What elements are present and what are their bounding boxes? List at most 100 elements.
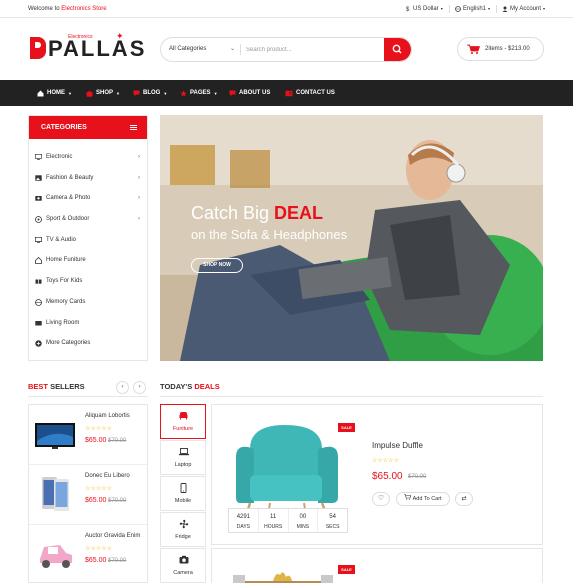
- chevron-right-icon: ›: [138, 216, 140, 223]
- next-arrow-button[interactable]: ›: [133, 381, 146, 394]
- chat-icon: [133, 90, 140, 96]
- welcome-text: Welcome to Electronics Store: [28, 6, 107, 12]
- tv-product-image: [35, 423, 75, 449]
- category-select[interactable]: All Categories: [169, 38, 206, 61]
- list-item[interactable]: Aliquam Lobortis ☆☆☆☆☆ $65.00 $70.00: [29, 405, 147, 465]
- deal-price: $65.00: [372, 471, 403, 482]
- sofa-icon: [35, 320, 42, 325]
- home-icon: [35, 257, 42, 265]
- tab-mobile[interactable]: Mobile: [160, 476, 206, 511]
- countdown-mins: 00 MINS: [289, 509, 319, 532]
- deal-product-card: SALE 4291 DAYS 11 HOURS 00 MINS 54 SECS Impu…: [211, 404, 543, 545]
- category-item-fashion[interactable]: Fashion & Beauty ›: [29, 168, 147, 189]
- ball-icon: [35, 216, 42, 223]
- account-menu[interactable]: My Account ▾: [502, 0, 545, 18]
- countdown-hours: 11 HOURS: [259, 509, 289, 532]
- chevron-right-icon: ›: [138, 195, 140, 202]
- deal-old-price: $70.00: [408, 474, 427, 480]
- chevron-down-icon: ⌄: [230, 46, 236, 52]
- list-item[interactable]: Donec Eu Libero ☆☆☆☆☆ $65.00 $70.00: [29, 465, 147, 525]
- deal-category-tabs: Funiture Laptop Mobile Fridge Camera: [160, 404, 206, 583]
- chevron-right-icon: ›: [138, 174, 140, 181]
- category-item-more[interactable]: More Categories: [29, 333, 147, 354]
- currency-selector[interactable]: $ US Dollar ▾: [406, 0, 443, 18]
- deal-rating: ☆☆☆☆☆: [372, 458, 399, 464]
- nav-about[interactable]: ABOUT US: [229, 80, 270, 106]
- best-sellers-title: BEST SELLERS: [28, 382, 85, 391]
- categories-header[interactable]: CATEGORIES: [29, 116, 147, 139]
- search-input[interactable]: [246, 41, 376, 58]
- hero-banner[interactable]: Catch Big DEAL on the Sofa & Headphones …: [160, 115, 543, 361]
- camera-icon: [35, 196, 42, 202]
- prev-arrow-button[interactable]: ‹: [116, 381, 129, 394]
- add-to-cart-button[interactable]: Add To Cart: [396, 492, 450, 506]
- star-icon: [180, 89, 187, 97]
- contact-card-icon: [285, 90, 293, 96]
- cart-icon: [404, 494, 412, 500]
- banner-subheadline: on the Sofa & Headphones: [191, 227, 348, 242]
- search-button[interactable]: [384, 38, 411, 61]
- speech-icon: [229, 90, 236, 96]
- dollar-icon: $: [406, 7, 410, 12]
- nav-pages[interactable]: PAGES ▼: [180, 80, 218, 106]
- category-item-toys[interactable]: Toys For Kids: [29, 271, 147, 292]
- best-sellers-list: Aliquam Lobortis ☆☆☆☆☆ $65.00 $70.00 Don…: [28, 404, 148, 583]
- mobile-icon: [180, 483, 187, 493]
- home-icon: [37, 90, 44, 96]
- category-item-memory[interactable]: Memory Cards: [29, 292, 147, 313]
- deal-product-name[interactable]: Impulse Duffle: [372, 441, 423, 450]
- star-icon: ✦: [116, 31, 124, 41]
- tv-icon: [35, 236, 42, 243]
- deal-product-card: SALE: [211, 548, 543, 583]
- category-item-living-room[interactable]: Living Room: [29, 313, 147, 334]
- phone-product-image: [42, 477, 69, 511]
- nav-home[interactable]: HOME ▼: [37, 80, 72, 106]
- wishlist-button[interactable]: ♡: [372, 492, 390, 506]
- category-item-electronic[interactable]: Electronic ›: [29, 147, 147, 168]
- countdown-days: 4291 DAYS: [229, 509, 259, 532]
- top-bar: Welcome to Electronics Store $ US Dollar…: [0, 0, 573, 18]
- tab-fridge[interactable]: Fridge: [160, 512, 206, 547]
- compare-button[interactable]: ⇄: [455, 492, 473, 506]
- plus-circle-icon: [35, 340, 42, 347]
- globe-icon: [455, 6, 461, 12]
- tab-funiture[interactable]: Funiture: [160, 404, 206, 439]
- site-logo[interactable]: PALLAS Electronics ✦: [30, 31, 144, 62]
- sale-badge: SALE: [338, 565, 355, 574]
- category-item-camera[interactable]: Camera & Photo ›: [29, 188, 147, 209]
- image-icon: [35, 174, 42, 181]
- tab-camera[interactable]: Camera: [160, 548, 206, 583]
- table-product-image: [233, 572, 333, 583]
- main-nav: HOME ▼ SHOP ▼ BLOG ▼ PAGES ▼ ABOUT US CONTAC…: [0, 80, 573, 106]
- list-item[interactable]: Auctor Gravida Enim ☆☆☆☆☆ $65.00 $70.00: [29, 525, 147, 583]
- globe-icon: [35, 298, 42, 306]
- category-item-home-funiture[interactable]: Home Funiture: [29, 250, 147, 271]
- camera-icon: [179, 555, 189, 564]
- compare-icon: ⇄: [461, 496, 467, 502]
- user-icon: [502, 6, 508, 12]
- fan-icon: [179, 519, 189, 529]
- banner-headline: Catch Big DEAL: [191, 203, 324, 223]
- search-icon: [392, 44, 402, 54]
- todays-deals-title: TODAY'S DEALS: [160, 382, 220, 391]
- shop-now-button[interactable]: SHOP NOW: [191, 258, 243, 273]
- nav-blog[interactable]: BLOG ▼: [133, 80, 167, 106]
- monitor-icon: [35, 154, 42, 160]
- svg-text:$: $: [406, 7, 410, 12]
- nav-shop[interactable]: SHOP ▼: [86, 80, 120, 106]
- countdown-secs: 54 SECS: [325, 514, 340, 530]
- nav-contact[interactable]: CONTACT US: [285, 80, 335, 106]
- tab-laptop[interactable]: Laptop: [160, 440, 206, 475]
- language-selector[interactable]: English1 ▾: [455, 0, 490, 18]
- cart-button[interactable]: 2items - $213.00: [457, 37, 544, 61]
- sofa-icon: [179, 412, 188, 420]
- cart-icon: [467, 44, 480, 54]
- gift-icon: [35, 279, 42, 284]
- laptop-icon: [179, 448, 189, 456]
- category-item-sport[interactable]: Sport & Outdoor ›: [29, 209, 147, 230]
- heart-icon: ♡: [377, 495, 385, 502]
- categories-sidebar: CATEGORIES Electronic › Fashion & Beauty ›…: [28, 115, 148, 361]
- toy-car-product-image: [40, 545, 72, 568]
- deal-countdown: 4291 DAYS 11 HOURS 00 MINS 54 SECS: [228, 508, 348, 533]
- category-item-tv[interactable]: TV & Audio: [29, 230, 147, 251]
